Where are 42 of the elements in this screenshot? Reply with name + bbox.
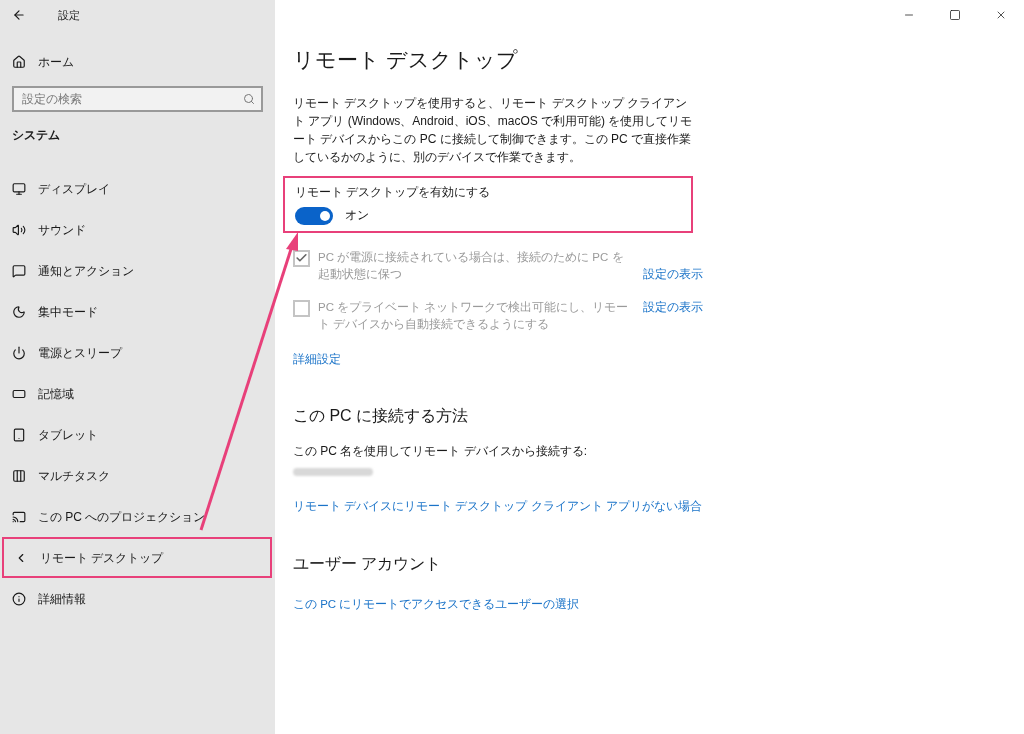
connect-text: この PC 名を使用してリモート デバイスから接続する:	[293, 443, 587, 461]
option-label: PC が電源に接続されている場合は、接続のために PC を起動状態に保つ	[318, 249, 625, 282]
user-select-link[interactable]: この PC にリモートでアクセスできるユーザーの選択	[293, 595, 580, 613]
sidebar-item[interactable]: 通知とアクション	[0, 250, 275, 291]
back-icon[interactable]	[12, 8, 26, 22]
tablet-icon	[12, 427, 26, 442]
toggle-label: リモート デスクトップを有効にする	[295, 184, 492, 200]
sidebar-item[interactable]: 集中モード	[0, 291, 275, 332]
message-icon	[12, 263, 26, 278]
sidebar-item[interactable]: 電源とスリープ	[0, 332, 275, 373]
power-icon	[12, 345, 26, 360]
section-heading: ユーザー アカウント	[293, 553, 443, 574]
sidebar-item[interactable]: 詳細情報	[0, 578, 275, 619]
sidebar-item[interactable]: この PC へのプロジェクション	[0, 496, 275, 537]
client-app-link[interactable]: リモート デバイスにリモート デスクトップ クライアント アプリがない場合	[293, 498, 702, 516]
close-icon	[995, 9, 1007, 21]
window-title: 設定	[58, 7, 80, 23]
speaker-icon	[12, 222, 26, 237]
section-heading: システム	[11, 127, 61, 144]
sidebar-item[interactable]: サウンド	[0, 209, 275, 250]
moon-icon	[12, 304, 26, 319]
search-icon	[243, 93, 255, 105]
sidebar-item[interactable]: ホーム	[0, 44, 275, 80]
sidebar-item[interactable]: ディスプレイ	[0, 168, 275, 209]
toggle-switch[interactable]	[295, 206, 333, 225]
option-label: PC をプライベート ネットワークで検出可能にし、リモート デバイスから自動接続できるようにする	[318, 300, 630, 332]
search-field[interactable]: 設定の検索	[12, 86, 263, 112]
columns-icon	[12, 468, 26, 483]
info-icon	[12, 591, 26, 606]
sidebar-item[interactable]: タブレット	[0, 414, 275, 455]
sidebar-item[interactable]: 記憶域	[0, 373, 275, 414]
advanced-settings-link[interactable]: 詳細設定	[293, 351, 341, 369]
cast-icon	[12, 509, 26, 524]
sidebar-item[interactable]: マルチタスク	[0, 455, 275, 496]
monitor-icon	[12, 181, 26, 196]
section-heading: この PC に接続する方法	[293, 406, 470, 427]
toggle-state: オン	[345, 208, 369, 224]
home-icon	[12, 55, 26, 69]
page-title: リモート デスクトップ	[293, 47, 519, 73]
sidebar-item[interactable]: リモート デスクトップ	[2, 537, 272, 578]
description-text: リモート デスクトップを使用すると、リモート デスクトップ クライアント アプリ (Windows、Android、iOS、macOS で利用可能) を使用してリモート デバイスからこの PC に接続して制御できます。この PC で直接作業しているかのように、別のデバイスで作業できます。	[293, 94, 693, 166]
maximize-icon	[949, 9, 961, 21]
